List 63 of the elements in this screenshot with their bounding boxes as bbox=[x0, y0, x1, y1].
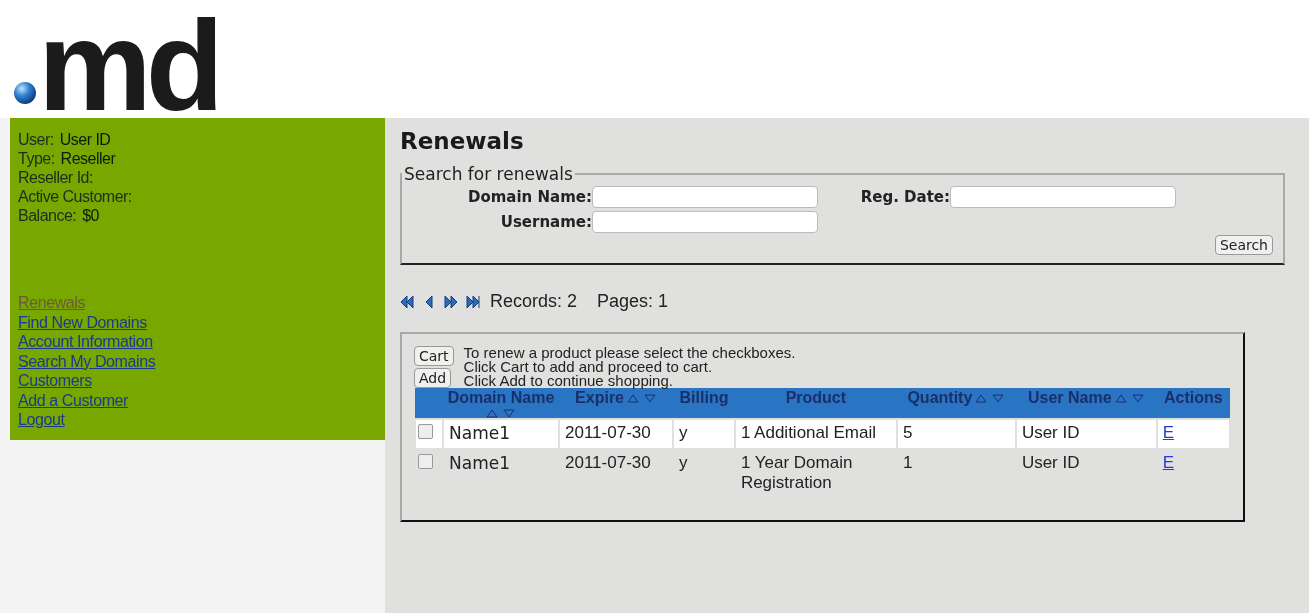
search-legend: Search for renewals bbox=[402, 164, 575, 184]
search-field[interactable] bbox=[592, 211, 818, 233]
table-cell: Name1 bbox=[449, 453, 510, 473]
row-checkbox[interactable] bbox=[418, 424, 433, 439]
column-header: Domain Name bbox=[447, 388, 555, 408]
account-value: Reseller bbox=[60, 150, 116, 167]
table-cell: y bbox=[679, 423, 688, 442]
account-value: User ID bbox=[59, 131, 111, 148]
edit-link[interactable]: E bbox=[1162, 453, 1175, 472]
nav-link[interactable]: Account Information bbox=[18, 332, 153, 352]
table-cell: Name1 bbox=[449, 423, 510, 443]
search-button[interactable]: Search bbox=[1214, 235, 1273, 255]
next-page-icon[interactable] bbox=[444, 294, 458, 309]
account-label: Type: bbox=[18, 150, 55, 167]
search-field[interactable] bbox=[950, 186, 1176, 208]
sort-arrows-icon[interactable] bbox=[1114, 393, 1145, 403]
sort-arrows-icon[interactable] bbox=[975, 393, 1006, 403]
table-cell: 2011-07-30 bbox=[565, 423, 651, 442]
cart-button[interactable]: Add bbox=[414, 368, 452, 388]
logo-text: md bbox=[38, 14, 218, 118]
page-title: Renewals bbox=[400, 128, 525, 154]
nav-link[interactable]: Renewals bbox=[18, 293, 86, 313]
sort-arrows-icon[interactable] bbox=[627, 393, 657, 403]
instruction-text: Click Add to continue shopping. bbox=[463, 374, 674, 388]
table-cell: y bbox=[679, 453, 688, 472]
first-page-icon[interactable] bbox=[400, 294, 414, 309]
nav-link[interactable]: Customers bbox=[18, 371, 92, 391]
sort-arrows-icon[interactable] bbox=[486, 408, 516, 418]
cart-button[interactable]: Cart bbox=[414, 346, 454, 366]
table-cell: 5 bbox=[902, 423, 913, 442]
last-page-icon[interactable] bbox=[466, 294, 480, 309]
column-header: Billing bbox=[679, 388, 729, 408]
instruction-text: Click Cart to add and proceed to cart. bbox=[463, 360, 714, 374]
sphere-icon bbox=[14, 82, 36, 104]
instruction-text: To renew a product please select the checkboxes. bbox=[463, 346, 796, 360]
table-cell: 1 Year Domain Registration bbox=[740, 453, 853, 492]
account-label: User: bbox=[18, 131, 54, 148]
records-count: Records: 2 bbox=[490, 291, 578, 312]
table-cell: 1 Additional Email bbox=[740, 423, 876, 442]
table-cell: 1 bbox=[902, 453, 913, 472]
field-label: Domain Name: bbox=[466, 188, 592, 206]
account-label: Reseller Id: bbox=[18, 169, 93, 186]
pages-count: Pages: 1 bbox=[597, 291, 669, 312]
column-header: Product bbox=[785, 388, 847, 408]
column-header: Actions bbox=[1164, 388, 1223, 408]
table-cell: User ID bbox=[1021, 423, 1080, 442]
nav-link[interactable]: Logout bbox=[18, 410, 65, 430]
column-header: Expire bbox=[575, 389, 624, 408]
nav-link[interactable]: Add a Customer bbox=[18, 390, 128, 410]
search-field[interactable] bbox=[592, 186, 818, 208]
nav-link[interactable]: Search My Domains bbox=[18, 351, 156, 371]
table-cell: User ID bbox=[1021, 453, 1080, 472]
column-header: Quantity bbox=[907, 388, 973, 408]
field-label: Username: bbox=[499, 213, 592, 231]
account-label: Balance: bbox=[18, 207, 77, 224]
edit-link[interactable]: E bbox=[1162, 423, 1175, 442]
table-cell: 2011-07-30 bbox=[565, 453, 651, 472]
column-header: User Name bbox=[1028, 388, 1112, 408]
field-label: Reg. Date: bbox=[860, 188, 950, 206]
account-label: Active Customer: bbox=[18, 188, 132, 205]
row-checkbox[interactable] bbox=[418, 454, 433, 469]
account-value: $0 bbox=[82, 207, 99, 224]
nav-link[interactable]: Find New Domains bbox=[18, 312, 147, 332]
